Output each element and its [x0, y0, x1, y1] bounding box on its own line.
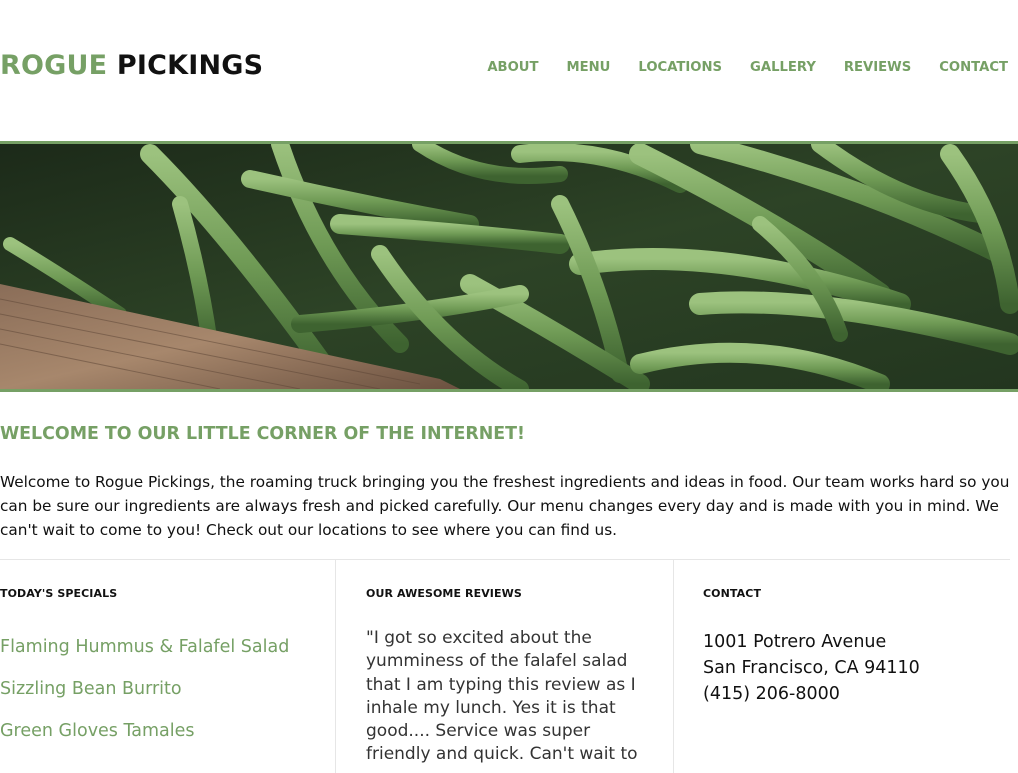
site-logo[interactable]: ROGUE PICKINGS [0, 50, 263, 81]
specials-heading: TODAY'S SPECIALS [0, 587, 118, 600]
special-item[interactable]: Flaming Hummus & Falafel Salad [0, 634, 289, 676]
site-header: ROGUE PICKINGS ABOUT MENU LOCATIONS GALL… [0, 0, 1018, 140]
review-quote: "I got so excited about the yumminess of… [366, 628, 638, 765]
column-separator [335, 560, 336, 773]
nav-item-about[interactable]: ABOUT [487, 60, 538, 75]
logo-word-pickings: PICKINGS [116, 50, 264, 81]
green-beans-photo [0, 144, 1018, 389]
contact-heading: CONTACT [703, 587, 762, 600]
phone-number[interactable]: (415) 206-8000 [703, 681, 920, 707]
nav-item-gallery[interactable]: GALLERY [750, 60, 816, 75]
nav-item-contact[interactable]: CONTACT [939, 60, 1008, 75]
address-line-2: San Francisco, CA 94110 [703, 658, 920, 678]
special-item[interactable]: Sizzling Bean Burrito [0, 676, 289, 718]
welcome-title: WELCOME TO OUR LITTLE CORNER OF THE INTE… [0, 424, 525, 444]
hero-banner [0, 141, 1018, 392]
main-nav: ABOUT MENU LOCATIONS GALLERY REVIEWS CON… [459, 60, 1008, 75]
specials-list: Flaming Hummus & Falafel Salad Sizzling … [0, 634, 289, 760]
special-item[interactable]: Green Gloves Tamales [0, 718, 289, 760]
contact-info: 1001 Potrero Avenue San Francisco, CA 94… [703, 629, 920, 707]
logo-word-rogue: ROGUE [0, 50, 108, 81]
welcome-text: Welcome to Rogue Pickings, the roaming t… [0, 473, 1010, 539]
section-divider [0, 559, 1010, 560]
nav-item-menu[interactable]: MENU [567, 60, 611, 75]
reviews-heading: OUR AWESOME REVIEWS [366, 587, 522, 600]
column-separator [673, 560, 674, 773]
address-line-1: 1001 Potrero Avenue [703, 632, 887, 652]
nav-item-locations[interactable]: LOCATIONS [638, 60, 722, 75]
nav-item-reviews[interactable]: REVIEWS [844, 60, 911, 75]
